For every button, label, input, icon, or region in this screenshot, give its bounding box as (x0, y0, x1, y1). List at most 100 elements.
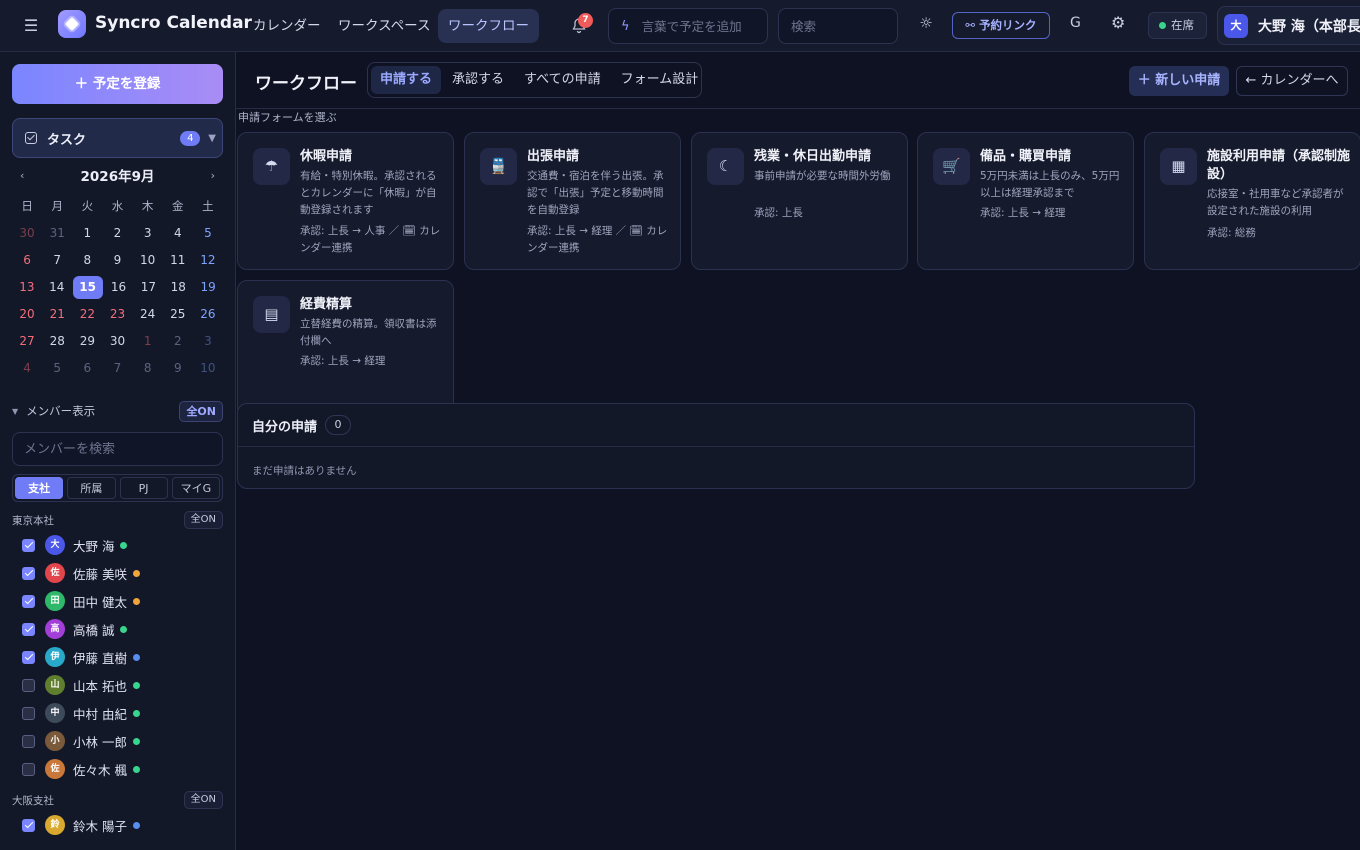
filter-branch[interactable]: 支社 (15, 477, 64, 499)
member-checkbox[interactable] (22, 762, 35, 776)
member-search-input[interactable] (24, 441, 214, 457)
member-checkbox[interactable] (22, 622, 35, 636)
tab-form-design[interactable]: フォーム設計 (612, 66, 708, 94)
tab-approve[interactable]: 承認する (443, 66, 513, 94)
member-checkbox[interactable] (22, 650, 35, 664)
calendar-day[interactable]: 2 (163, 328, 193, 355)
add-event-button[interactable]: ＋ 予定を登録 (12, 64, 223, 104)
calendar-day[interactable]: 7 (42, 247, 72, 274)
member-item[interactable]: 田田中 健太 (22, 589, 222, 613)
member-item[interactable]: 山山本 拓也 (22, 673, 222, 697)
calendar-day[interactable]: 16 (104, 274, 134, 301)
calendar-day[interactable]: 1 (72, 220, 102, 247)
all-on-button[interactable]: 全ON (179, 400, 223, 422)
calendar-day[interactable]: 30 (12, 220, 42, 242)
calendar-day[interactable]: 24 (133, 301, 163, 328)
member-checkbox[interactable] (22, 706, 35, 720)
calendar-day[interactable]: 13 (12, 274, 42, 296)
calendar-day[interactable]: 4 (12, 355, 42, 377)
calendar-day[interactable]: 3 (133, 220, 163, 247)
calendar-day[interactable]: 27 (12, 328, 42, 350)
g-button[interactable]: G (1070, 15, 1081, 31)
calendar-day[interactable]: 10 (193, 355, 223, 382)
calendar-day[interactable]: 1 (133, 328, 163, 350)
new-request-button[interactable]: ＋ 新しい申請 (1129, 66, 1229, 96)
member-checkbox[interactable] (22, 818, 35, 832)
calendar-day[interactable]: 14 (42, 274, 72, 301)
member-checkbox[interactable] (22, 678, 35, 692)
filter-department[interactable]: 所属 (67, 477, 116, 499)
user-menu[interactable]: 大 大野 海（本部長 (1217, 6, 1360, 45)
member-item[interactable]: 佐佐々木 楓 (22, 757, 222, 781)
nav-workspace[interactable]: ワークスペース (328, 9, 440, 43)
form-card[interactable]: ▦ 施設利用申請（承認制施設） 応接室・社用車など承認者が設定された施設の利用 承認:… (1144, 132, 1360, 270)
back-to-calendar-button[interactable]: ← カレンダーへ (1236, 66, 1348, 96)
next-month-button[interactable]: › (211, 169, 215, 182)
calendar-day[interactable]: 17 (133, 274, 163, 301)
tab-all-requests[interactable]: すべての申請 (515, 66, 610, 94)
form-card[interactable]: 🛒 備品・購買申請 5万円未満は上長のみ、5万円以上は経理承認まで 承認: 上長 → … (917, 132, 1134, 270)
calendar-day[interactable]: 12 (193, 247, 223, 274)
calendar-day[interactable]: 26 (193, 301, 223, 328)
group-all-on-button[interactable]: 全ON (183, 511, 223, 529)
calendar-day-today[interactable]: 15 (72, 276, 103, 299)
calendar-day[interactable]: 9 (102, 247, 132, 274)
calendar-day[interactable]: 6 (72, 355, 102, 382)
tasks-toggle[interactable]: タスク 4 ▼ (12, 118, 223, 158)
form-card[interactable]: ▤ 経費精算 立替経費の精算。領収書は添付欄へ 承認: 上長 → 経理 (237, 280, 454, 418)
nav-calendar[interactable]: カレンダー (243, 9, 331, 43)
quick-add-input[interactable] (641, 18, 752, 34)
calendar-day[interactable]: 18 (163, 274, 193, 301)
filter-my-group[interactable]: マイG (171, 477, 220, 499)
member-search-field[interactable] (12, 432, 223, 466)
search-field[interactable] (778, 8, 898, 44)
member-checkbox[interactable] (22, 538, 35, 552)
calendar-day[interactable]: 21 (42, 301, 72, 323)
booking-link-button[interactable]: ⚯ 予約リンク (952, 12, 1050, 39)
member-item[interactable]: 中中村 由紀 (22, 701, 222, 725)
calendar-day[interactable]: 11 (163, 247, 193, 274)
menu-icon[interactable]: ☰ (20, 15, 42, 37)
calendar-day[interactable]: 2 (102, 220, 132, 247)
calendar-day[interactable]: 8 (133, 355, 163, 382)
calendar-day[interactable]: 31 (42, 220, 72, 247)
member-item[interactable]: 小小林 一郎 (22, 729, 222, 753)
quick-add-field[interactable]: ϟ (608, 8, 768, 44)
calendar-day[interactable]: 25 (163, 301, 193, 328)
presence-status-button[interactable]: 在席 (1148, 12, 1207, 39)
calendar-day[interactable]: 20 (12, 301, 42, 323)
calendar-day[interactable]: 8 (72, 247, 102, 274)
search-input[interactable] (791, 18, 891, 34)
prev-month-button[interactable]: ‹ (20, 169, 24, 182)
member-item[interactable]: 高高橋 誠 (22, 617, 222, 641)
calendar-day[interactable]: 28 (42, 328, 72, 355)
member-item[interactable]: 佐佐藤 美咲 (22, 561, 222, 585)
calendar-day[interactable]: 6 (12, 247, 42, 269)
form-card[interactable]: ☾ 残業・休日出勤申請 事前申請が必要な時間外労働 承認: 上長 (691, 132, 908, 270)
calendar-day[interactable]: 9 (163, 355, 193, 382)
calendar-day[interactable]: 10 (133, 247, 163, 274)
member-item[interactable]: 伊伊藤 直樹 (22, 645, 222, 669)
tab-apply[interactable]: 申請する (371, 66, 442, 94)
member-checkbox[interactable] (22, 734, 35, 748)
calendar-day[interactable]: 19 (193, 274, 223, 301)
gear-icon[interactable]: ⚙ (1111, 13, 1125, 32)
calendar-day[interactable]: 3 (193, 328, 223, 355)
filter-project[interactable]: PJ (119, 477, 168, 499)
member-checkbox[interactable] (22, 594, 35, 608)
calendar-day[interactable]: 29 (72, 328, 102, 355)
member-item[interactable]: 鈴鈴木 陽子 (22, 813, 222, 837)
nav-workflow[interactable]: ワークフロー (438, 9, 539, 43)
form-card[interactable]: 🚆 出張申請 交通費・宿泊を伴う出張。承認で「出張」予定と移動時間を自動登録 承認: … (464, 132, 681, 270)
caret-down-icon[interactable]: ▼ (12, 407, 18, 416)
calendar-day[interactable]: 23 (102, 301, 132, 323)
calendar-day[interactable]: 7 (102, 355, 132, 382)
group-all-on-button[interactable]: 全ON (183, 791, 223, 809)
calendar-day[interactable]: 5 (42, 355, 72, 382)
calendar-day[interactable]: 22 (72, 301, 102, 323)
member-checkbox[interactable] (22, 566, 35, 580)
calendar-day[interactable]: 4 (163, 220, 193, 247)
form-card[interactable]: ☂ 休暇申請 有給・特別休暇。承認されるとカレンダーに「休暇」が自動登録されます 承認… (237, 132, 454, 270)
calendar-day[interactable]: 30 (102, 328, 132, 355)
calendar-day[interactable]: 5 (193, 220, 223, 247)
